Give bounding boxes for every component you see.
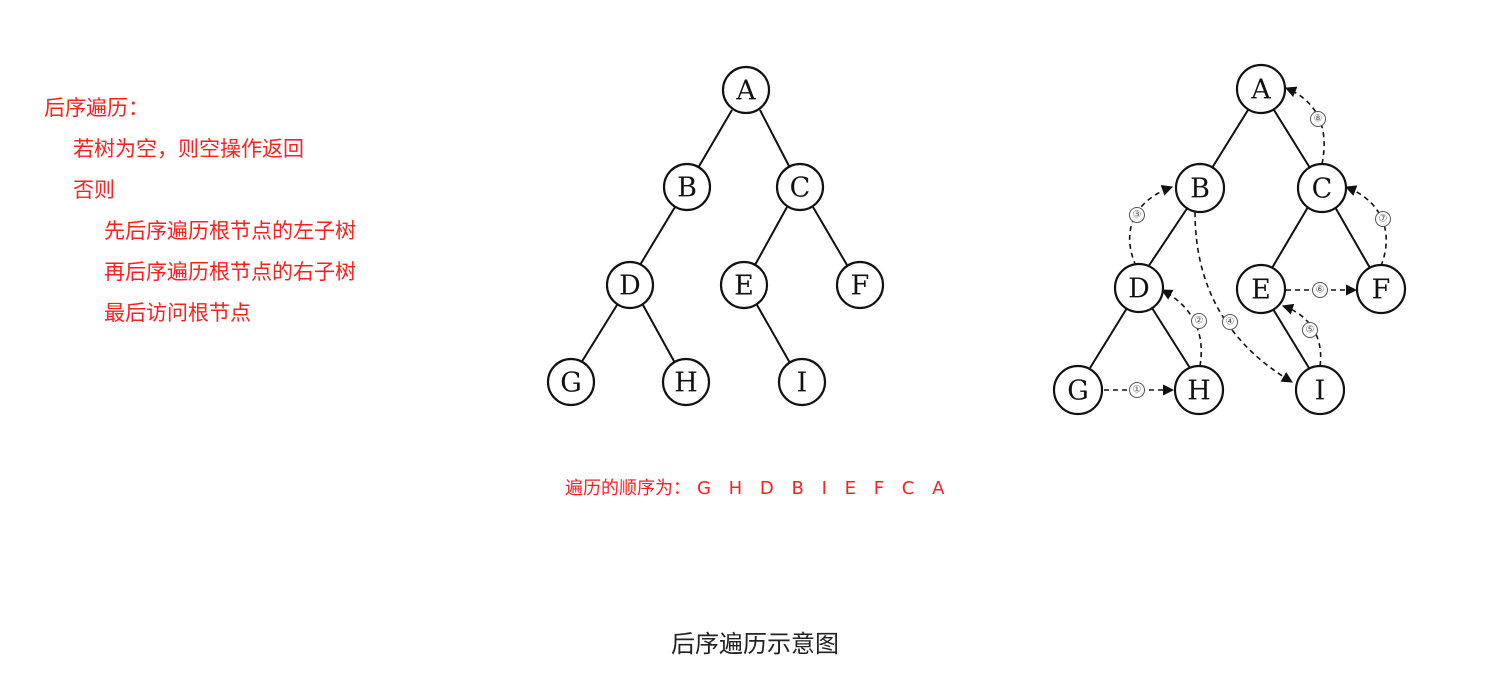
edge-r-d-h xyxy=(1151,307,1191,369)
svg-text:①: ① xyxy=(1133,385,1142,396)
svg-text:E: E xyxy=(734,271,754,302)
tree-right-node-g: G xyxy=(1052,364,1104,416)
tree-right-node-c: C xyxy=(1296,162,1348,214)
step-label-4: ④ xyxy=(1222,314,1238,330)
traversal-order: 遍历的顺序为： G H D B I E F C A xyxy=(565,474,950,500)
svg-text:⑤: ⑤ xyxy=(1306,325,1315,336)
svg-text:②: ② xyxy=(1195,316,1204,327)
traversal-arrow-3 xyxy=(1128,185,1174,267)
svg-text:B: B xyxy=(1190,174,1210,205)
tree-left-node-a: A xyxy=(721,65,771,115)
edge-a-c xyxy=(759,109,791,169)
svg-text:H: H xyxy=(674,368,698,399)
svg-text:H: H xyxy=(1187,376,1211,407)
svg-text:E: E xyxy=(1251,275,1271,306)
svg-text:B: B xyxy=(677,173,697,204)
tree-left-node-c: C xyxy=(775,162,825,212)
edge-r-b-d xyxy=(1147,206,1189,268)
edge-r-c-f xyxy=(1334,206,1371,269)
svg-text:G: G xyxy=(1067,376,1089,407)
trees-diagram: A B C D E F G H I ① ② ③ ④ ⑤ ⑥ ⑦ ⑧ A B C … xyxy=(546,63,1407,416)
step-label-6: ⑥ xyxy=(1312,282,1328,298)
svg-text:A: A xyxy=(1250,75,1271,106)
tree-left-node-f: F xyxy=(835,260,885,310)
edge-r-a-c xyxy=(1273,109,1311,169)
edge-r-c-e xyxy=(1271,206,1309,269)
edge-a-b xyxy=(697,109,733,169)
edge-r-a-b xyxy=(1211,109,1249,169)
traversal-arrow-7 xyxy=(1344,185,1387,267)
svg-text:⑦: ⑦ xyxy=(1379,214,1388,225)
step-label-3: ③ xyxy=(1129,207,1145,223)
tree-left-node-g: G xyxy=(546,357,596,407)
svg-text:C: C xyxy=(1312,174,1333,205)
step-label-5: ⑤ xyxy=(1302,322,1318,338)
tree-left-node-i: I xyxy=(777,357,827,407)
svg-text:C: C xyxy=(790,173,811,204)
step-label-7: ⑦ xyxy=(1375,211,1391,227)
step-label-1: ① xyxy=(1129,382,1145,398)
tree-left-node-b: B xyxy=(662,162,712,212)
edge-c-e xyxy=(754,206,788,266)
traversal-order-sequence: G H D B I E F C A xyxy=(697,478,951,499)
edge-r-e-i xyxy=(1272,308,1310,369)
svg-text:A: A xyxy=(735,76,756,107)
edge-b-d xyxy=(639,206,676,266)
tree-right-node-h: H xyxy=(1173,364,1225,416)
tree-right-node-e: E xyxy=(1235,263,1287,315)
step-label-2: ② xyxy=(1191,313,1207,329)
svg-text:⑥: ⑥ xyxy=(1316,285,1325,296)
tree-left: A B C D E F G H I xyxy=(546,65,885,407)
step-label-8: ⑧ xyxy=(1310,111,1326,127)
svg-text:⑧: ⑧ xyxy=(1314,114,1323,125)
traversal-order-label: 遍历的顺序为： xyxy=(565,478,691,499)
tree-right-node-d: D xyxy=(1113,262,1165,314)
tree-right-node-b: B xyxy=(1174,162,1226,214)
tree-right: ① ② ③ ④ ⑤ ⑥ ⑦ ⑧ A B C D E F G H I xyxy=(1052,63,1407,416)
edge-r-d-g xyxy=(1089,307,1128,369)
tree-left-node-d: D xyxy=(605,260,655,310)
tree-right-node-i: I xyxy=(1294,364,1346,416)
tree-right-node-f: F xyxy=(1355,263,1407,315)
edge-d-h xyxy=(642,304,676,364)
svg-text:F: F xyxy=(851,271,870,302)
tree-left-node-h: H xyxy=(661,357,711,407)
tree-left-node-e: E xyxy=(719,260,769,310)
svg-text:I: I xyxy=(1315,376,1326,407)
svg-text:G: G xyxy=(560,368,582,399)
figure-caption: 后序遍历示意图 xyxy=(671,630,839,658)
svg-text:D: D xyxy=(1128,274,1150,305)
svg-text:I: I xyxy=(797,368,808,399)
tree-right-node-a: A xyxy=(1235,63,1287,115)
svg-text:F: F xyxy=(1372,275,1391,306)
svg-text:③: ③ xyxy=(1133,210,1142,221)
svg-text:D: D xyxy=(619,271,641,302)
edge-c-f xyxy=(812,206,848,266)
svg-text:④: ④ xyxy=(1226,317,1235,328)
edge-d-g xyxy=(580,304,618,364)
edge-e-i xyxy=(756,304,791,364)
